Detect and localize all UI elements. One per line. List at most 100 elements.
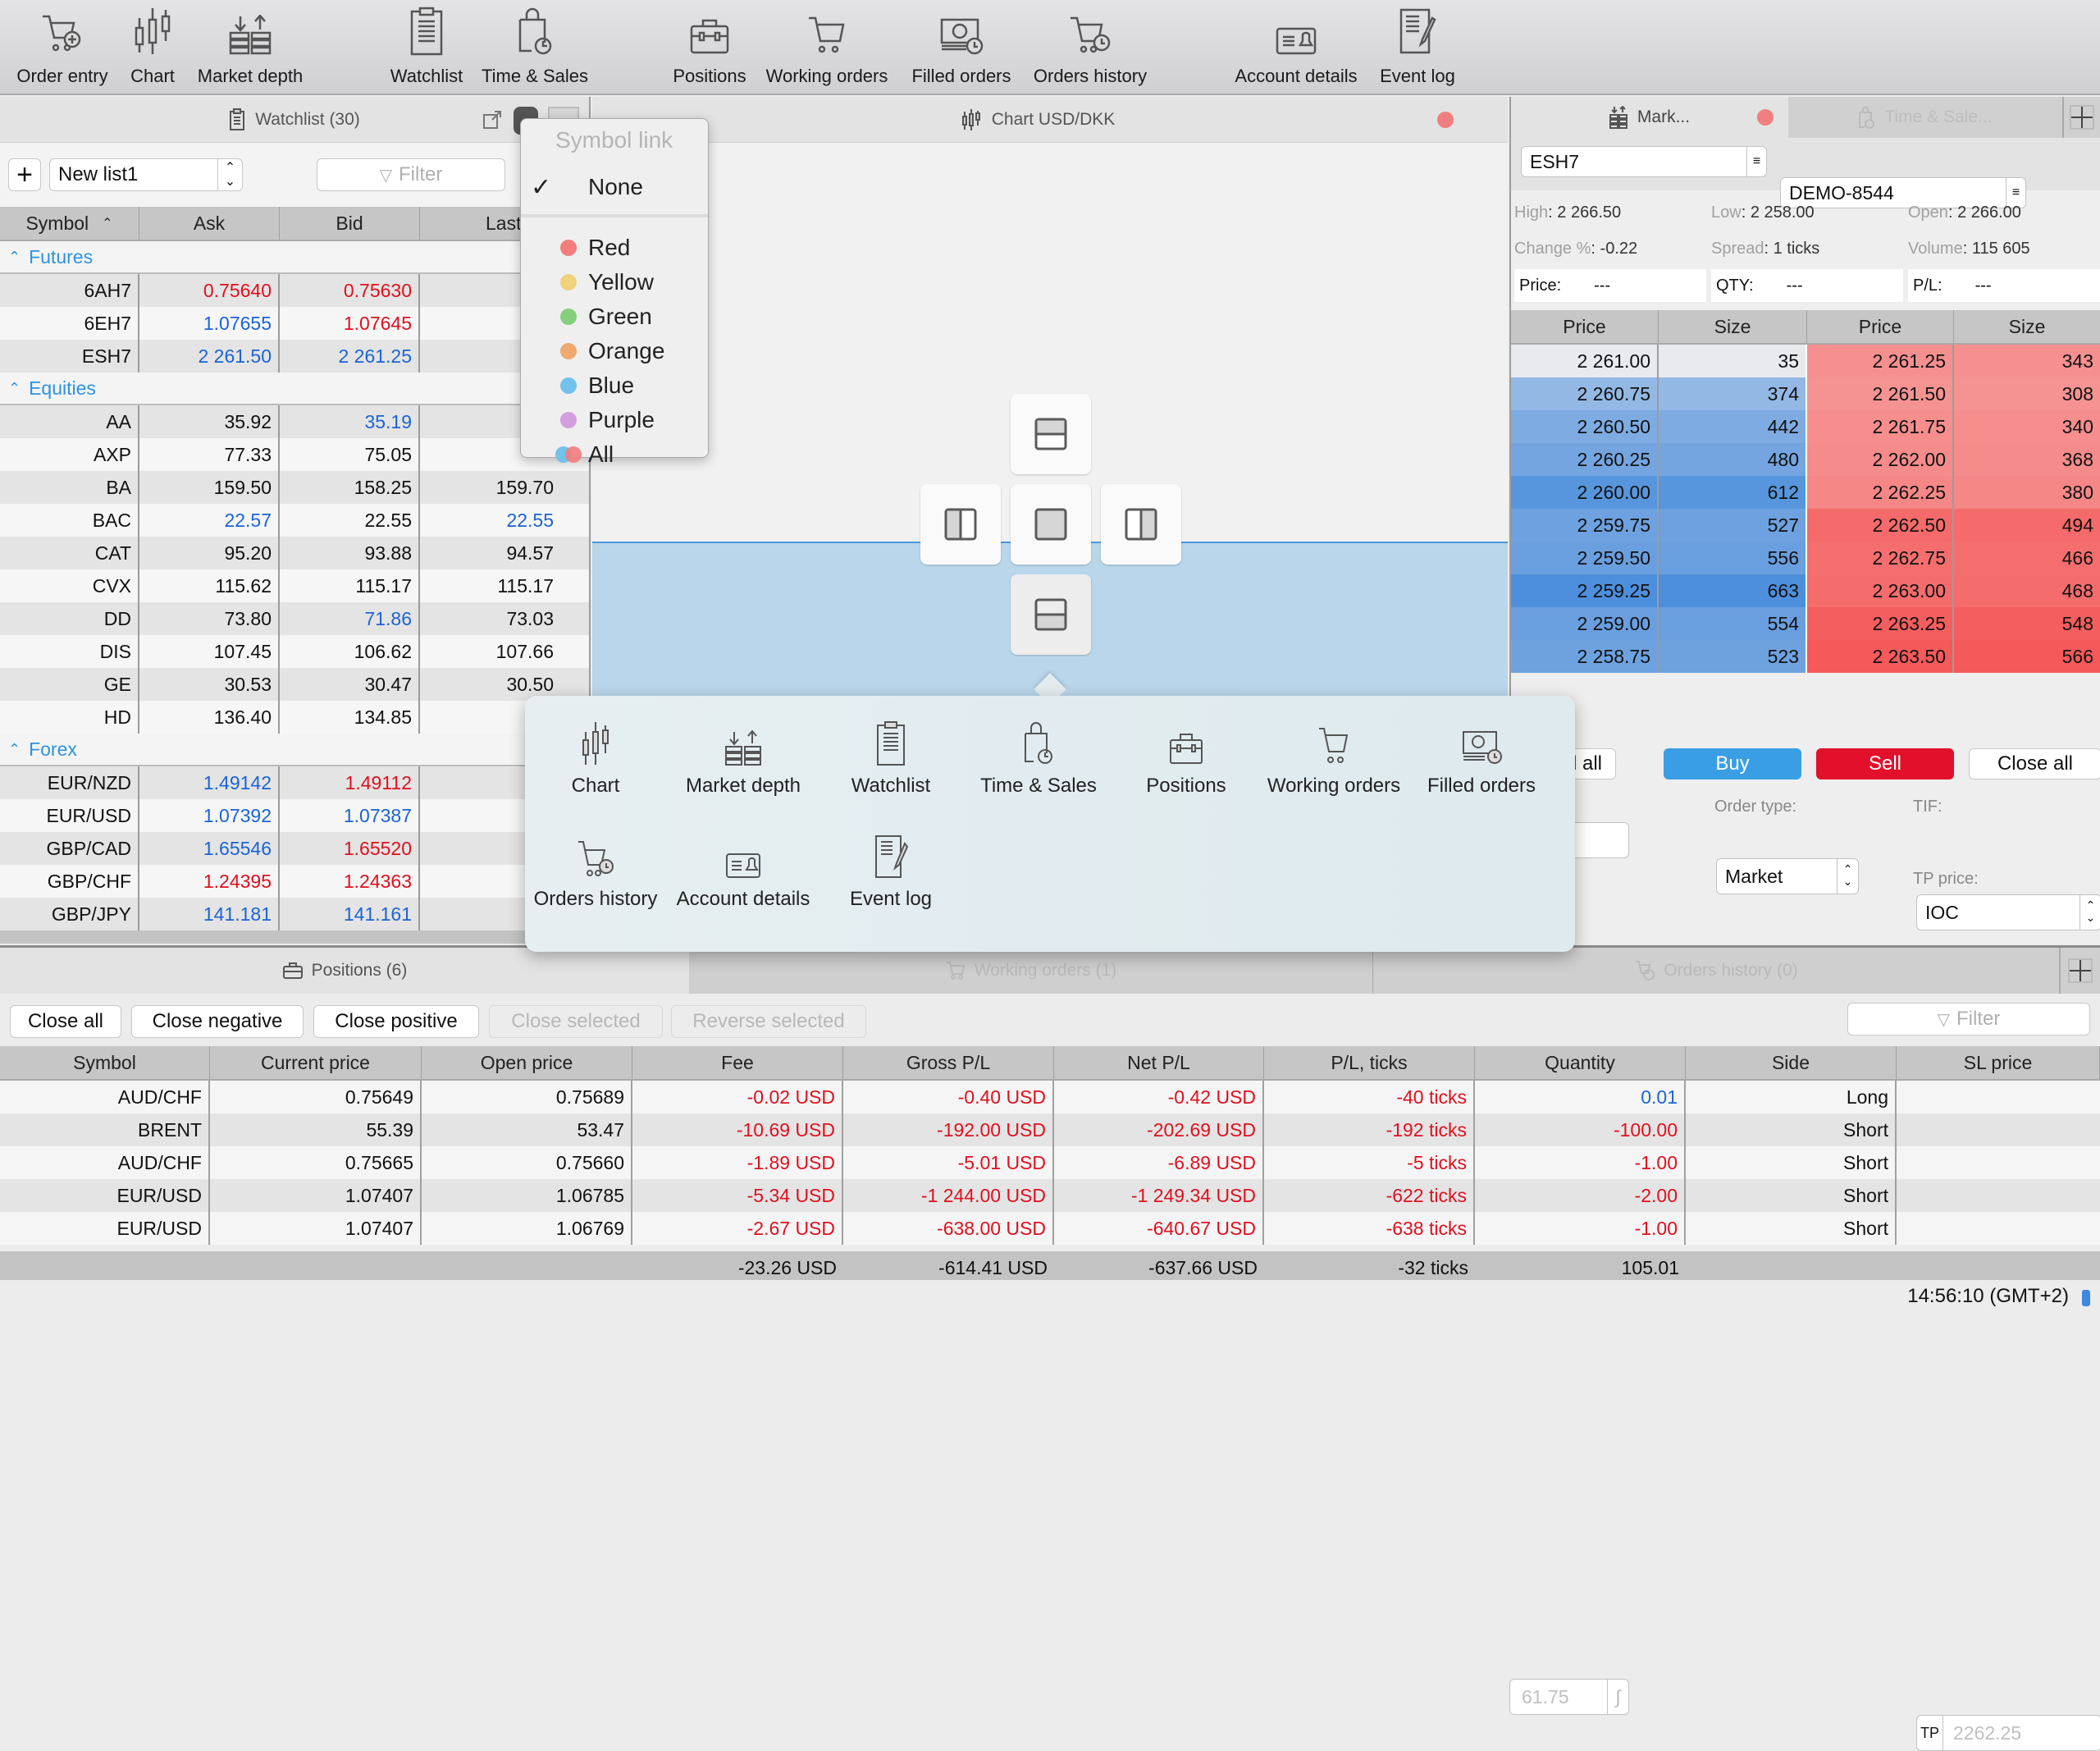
sell-button[interactable]: Sell [1816,748,1954,779]
depth-row[interactable]: 2 260.00 612 2 262.25 380 [1511,476,2100,509]
group-header-equities[interactable]: ⌃ Equities [0,373,589,405]
watchlist-row[interactable]: DIS 107.45 106.62 107.66 [0,635,589,668]
watchlist-row[interactable]: 6AH7 0.75640 0.75630 0 [0,274,589,307]
add-filled-orders-panel[interactable]: Filled orders [1399,714,1564,799]
symbol-input[interactable]: ESH7 ≡ [1521,146,1767,177]
watchlist-row[interactable]: EUR/NZD 1.49142 1.49112 1. [0,766,589,799]
symbol-link-yellow[interactable]: Yellow [521,265,708,299]
depth-row[interactable]: 2 260.75 374 2 261.50 308 [1511,377,2100,410]
add-market-depth-panel[interactable]: Market depth [661,714,825,799]
add-working-orders-panel[interactable]: Working orders [1252,714,1416,799]
toolbar-chart-button[interactable]: Chart [123,0,182,95]
bid-price-cell[interactable]: 2 259.00 [1511,607,1659,640]
symbol-link-red[interactable]: Red [521,231,708,265]
tab-market-depth[interactable]: Mark... [1511,97,1788,138]
position-row[interactable]: AUD/CHF 0.75665 0.75660 -1.89 USD -5.01 USD -… [0,1146,2100,1179]
watchlist-row[interactable]: ESH7 2 261.50 2 261.25 2 [0,340,589,373]
toolbar-event-log-button[interactable]: Event log [1375,0,1460,95]
position-row[interactable]: AUD/CHF 0.75649 0.75689 -0.02 USD -0.40 USD -… [0,1081,2100,1113]
list-select[interactable]: New list1 ⌃ ⌄ [49,158,243,191]
filter-input[interactable]: ▽ Filter [317,158,505,191]
ask-price-cell[interactable]: 2 262.00 [1807,443,1954,476]
close-negative-button[interactable]: Close negative [131,1005,304,1038]
symbol-link-orange[interactable]: Orange [521,334,708,368]
symbol-link-indicator[interactable] [1437,112,1454,128]
watchlist-row[interactable]: GBP/CAD 1.65546 1.65520 1. [0,832,589,865]
dock-bottom-button[interactable] [1011,574,1091,655]
tab-positions[interactable]: Positions (6) [0,948,689,994]
group-header-forex[interactable]: ⌃ Forex [0,734,589,766]
bid-price-cell[interactable]: 2 260.25 [1511,443,1659,476]
watchlist-row[interactable]: CAT 95.20 93.88 94.57 [0,537,589,569]
toolbar-order-entry-button[interactable]: Order entry [11,0,113,95]
tab-working-orders[interactable]: Working orders (1) [689,948,1373,994]
ask-price-cell[interactable]: 2 263.00 [1807,574,1954,607]
column-symbol[interactable]: Symbol ⌃ [0,207,139,240]
ask-price-cell[interactable]: 2 263.50 [1807,640,1954,673]
watchlist-row[interactable]: 6EH7 1.07655 1.07645 1 [0,307,589,340]
close-all-button[interactable]: Close all [10,1005,121,1038]
add-watchlist-panel[interactable]: Watchlist [809,714,973,799]
depth-row[interactable]: 2 259.00 554 2 263.25 548 [1511,607,2100,640]
add-event-log-panel[interactable]: Event log [809,827,973,912]
positions-filter-input[interactable]: ▽ Filter [1847,1003,2090,1036]
toolbar-working-orders-button[interactable]: Working orders [761,0,892,95]
toolbar-account-details-button[interactable]: Account details [1227,0,1365,95]
dock-top-button[interactable] [1011,394,1091,474]
bid-price-cell[interactable]: 2 260.50 [1511,410,1659,443]
column-net-p-l[interactable]: Net P/L [1054,1046,1264,1079]
list-icon[interactable]: ≡ [1746,147,1766,176]
symbol-link-green[interactable]: Green [521,299,708,334]
depth-row[interactable]: 2 258.75 523 2 263.50 566 [1511,640,2100,673]
dock-right-button[interactable] [1101,484,1181,565]
position-row[interactable]: EUR/USD 1.07407 1.06769 -2.67 USD -638.00 US… [0,1212,2100,1245]
watchlist-row[interactable]: GBP/JPY 141.181 141.161 14 [0,898,589,930]
column-bid[interactable]: Bid [280,207,420,240]
ask-price-cell[interactable]: 2 262.75 [1807,542,1954,574]
close-positive-button[interactable]: Close positive [313,1005,479,1038]
toolbar-filled-orders-button[interactable]: Filled orders [906,0,1017,95]
depth-row[interactable]: 2 259.50 556 2 262.75 466 [1511,542,2100,574]
bid-price-cell[interactable]: 2 261.00 [1511,345,1659,377]
watchlist-row[interactable]: EUR/USD 1.07392 1.07387 1. [0,799,589,832]
add-account-details-panel[interactable]: Account details [661,827,825,912]
symbol-link-blue[interactable]: Blue [521,368,708,403]
column-gross-p-l[interactable]: Gross P/L [843,1046,1054,1079]
watchlist-row[interactable]: BA 159.50 158.25 159.70 [0,471,589,504]
dock-center-button[interactable] [1011,484,1091,565]
ask-price-cell[interactable]: 2 262.25 [1807,476,1954,509]
hook-icon[interactable]: ∫ [1607,1680,1628,1714]
column-ask[interactable]: Ask [139,207,280,240]
watchlist-row[interactable]: CVX 115.62 115.17 115.17 [0,569,589,602]
ask-price-cell[interactable]: 2 261.25 [1807,345,1954,377]
add-positions-panel[interactable]: Positions [1104,714,1268,799]
depth-row[interactable]: 2 260.25 480 2 262.00 368 [1511,443,2100,476]
position-row[interactable]: BRENT 55.39 53.47 -10.69 USD -192.00 USD -202… [0,1113,2100,1146]
bid-price-cell[interactable]: 2 259.50 [1511,542,1659,574]
watchlist-row[interactable]: GE 30.53 30.47 30.50 [0,668,589,701]
bid-price-cell[interactable]: 2 259.75 [1511,509,1659,542]
toolbar-watchlist-button[interactable]: Watchlist [382,0,471,95]
ask-price-cell[interactable]: 2 261.50 [1807,377,1954,410]
symbol-link-indicator[interactable] [1757,109,1774,126]
column-quantity[interactable]: Quantity [1475,1046,1686,1079]
bid-price-cell[interactable]: 2 260.75 [1511,377,1659,410]
tab-orders-history[interactable]: Orders history (0) [1373,948,2059,994]
position-row[interactable]: EUR/USD 1.07407 1.06785 -5.34 USD -1 244.00 … [0,1179,2100,1212]
bid-price-cell[interactable]: 2 258.75 [1511,640,1659,673]
close-all-button[interactable]: Close all [1969,748,2100,779]
ask-price-cell[interactable]: 2 261.75 [1807,410,1954,443]
column-symbol[interactable]: Symbol [0,1046,210,1079]
watchlist-row[interactable]: AXP 77.33 75.05 [0,438,589,471]
group-header-futures[interactable]: ⌃ Futures [0,241,589,274]
bid-price-cell[interactable]: 2 259.25 [1511,574,1659,607]
add-chart-panel[interactable]: Chart [514,714,678,799]
tab-time-sales[interactable]: Time & Sale... [1788,97,2062,138]
dock-left-button[interactable] [920,484,1001,565]
add-list-button[interactable]: + [8,158,41,191]
tif-select[interactable]: IOC ⌃ ⌄ [1916,894,2100,930]
ask-price-cell[interactable]: 2 263.25 [1807,607,1954,640]
watchlist-row[interactable]: GBP/CHF 1.24395 1.24363 1. [0,865,589,898]
toolbar-positions-button[interactable]: Positions [664,0,755,95]
toolbar-market-depth-button[interactable]: Market depth [190,0,310,95]
